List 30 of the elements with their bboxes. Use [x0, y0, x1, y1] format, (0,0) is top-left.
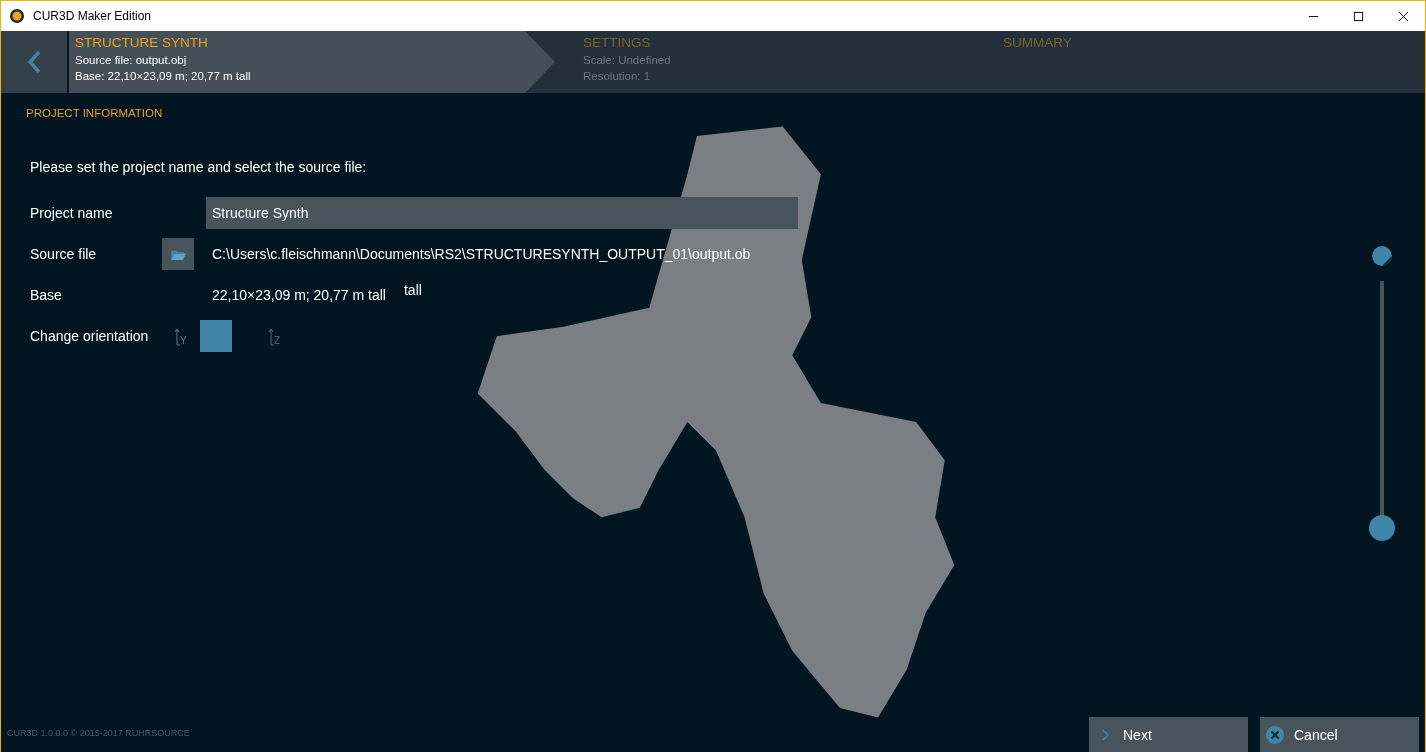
- project-name-field[interactable]: Structure Synth: [206, 197, 798, 229]
- version-text: CUR3D 1.0.0.0 © 2015-2017 RUHRSOURCE: [6, 728, 190, 740]
- close-icon[interactable]: [1398, 10, 1409, 22]
- field-label: Base: [30, 287, 63, 303]
- wizard-step[interactable]: STRUCTURE SYNTH Source file: output.obj Base: 22,10×23,09 m; 20,77 m tall: [69, 31, 555, 93]
- field-label: Change orientation: [30, 328, 150, 344]
- axis-arrow-icon: [268, 328, 274, 346]
- section-title: PROJECT INFORMATION: [26, 107, 164, 119]
- next-button[interactable]: Next: [1089, 717, 1248, 752]
- field-label: Source file: [30, 246, 98, 262]
- base-note: tall: [403, 282, 422, 298]
- instruction-text: Please set the project name and select the source file:: [30, 159, 368, 175]
- axis-option[interactable]: Y: [174, 326, 196, 346]
- cancel-icon: [1266, 725, 1284, 744]
- base-dimensions: 22,10×23,09 m; 20,77 m tall: [211, 287, 386, 303]
- source-file-path: C:\Users\c.fleischmann\Documents\RS2\STRUCTURESYNTH_OUTPUT_01\output.ob: [211, 246, 751, 262]
- chevron-right-icon: [1101, 728, 1109, 741]
- chevron-left-icon: [27, 50, 41, 74]
- zoom-icon: [1371, 245, 1393, 267]
- orientation-toggle[interactable]: [200, 320, 232, 352]
- window-title: CUR3D Maker Edition: [33, 9, 152, 23]
- folder-icon: [170, 248, 186, 260]
- app-logo-icon: [9, 8, 25, 24]
- browse-button[interactable]: [162, 238, 194, 270]
- slider-thumb[interactable]: [1369, 515, 1395, 541]
- back-button[interactable]: [1, 31, 69, 93]
- axis-arrow-icon: [174, 328, 180, 346]
- field-label: Project name: [30, 205, 114, 221]
- maximize-icon[interactable]: [1353, 10, 1364, 22]
- cancel-button[interactable]: Cancel: [1260, 717, 1419, 752]
